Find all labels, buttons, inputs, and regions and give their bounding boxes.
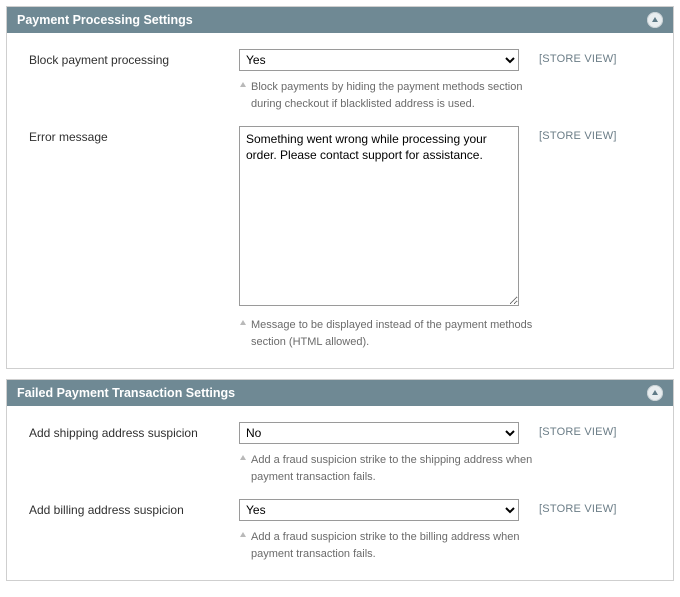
block-payment-select[interactable]: YesNo (239, 49, 519, 71)
failed-transaction-header[interactable]: Failed Payment Transaction Settings (7, 380, 673, 406)
field-hint: Block payments by hiding the payment met… (239, 75, 539, 112)
field-label: Block payment processing (29, 49, 239, 67)
field-hint: Add a fraud suspicion strike to the ship… (239, 448, 539, 485)
billing-suspicion-select[interactable]: YesNo (239, 499, 519, 521)
scope-label: [STORE VIEW] (539, 49, 617, 65)
collapse-icon[interactable] (647, 385, 663, 401)
field-label: Add shipping address suspicion (29, 422, 239, 440)
shipping-suspicion-select[interactable]: YesNo (239, 422, 519, 444)
section-body: Add shipping address suspicion YesNo [ST… (7, 406, 673, 580)
field-block-payment: Block payment processing YesNo [STORE VI… (29, 49, 651, 71)
payment-processing-section: Payment Processing Settings Block paymen… (6, 6, 674, 369)
hint-caret-icon (239, 454, 247, 462)
section-title: Failed Payment Transaction Settings (17, 386, 235, 400)
field-label: Add billing address suspicion (29, 499, 239, 517)
section-title: Payment Processing Settings (17, 13, 193, 27)
scope-label: [STORE VIEW] (539, 499, 617, 515)
section-body: Block payment processing YesNo [STORE VI… (7, 33, 673, 368)
collapse-icon[interactable] (647, 12, 663, 28)
field-hint: Message to be displayed instead of the p… (239, 313, 539, 350)
payment-processing-header[interactable]: Payment Processing Settings (7, 7, 673, 33)
field-shipping-suspicion: Add shipping address suspicion YesNo [ST… (29, 422, 651, 444)
field-hint: Add a fraud suspicion strike to the bill… (239, 525, 539, 562)
hint-caret-icon (239, 531, 247, 539)
scope-label: [STORE VIEW] (539, 422, 617, 438)
failed-transaction-section: Failed Payment Transaction Settings Add … (6, 379, 674, 581)
field-billing-suspicion: Add billing address suspicion YesNo [STO… (29, 499, 651, 521)
error-message-textarea[interactable] (239, 126, 519, 306)
field-error-message: Error message [STORE VIEW] (29, 126, 651, 309)
hint-caret-icon (239, 319, 247, 327)
scope-label: [STORE VIEW] (539, 126, 617, 142)
field-label: Error message (29, 126, 239, 144)
hint-caret-icon (239, 81, 247, 89)
